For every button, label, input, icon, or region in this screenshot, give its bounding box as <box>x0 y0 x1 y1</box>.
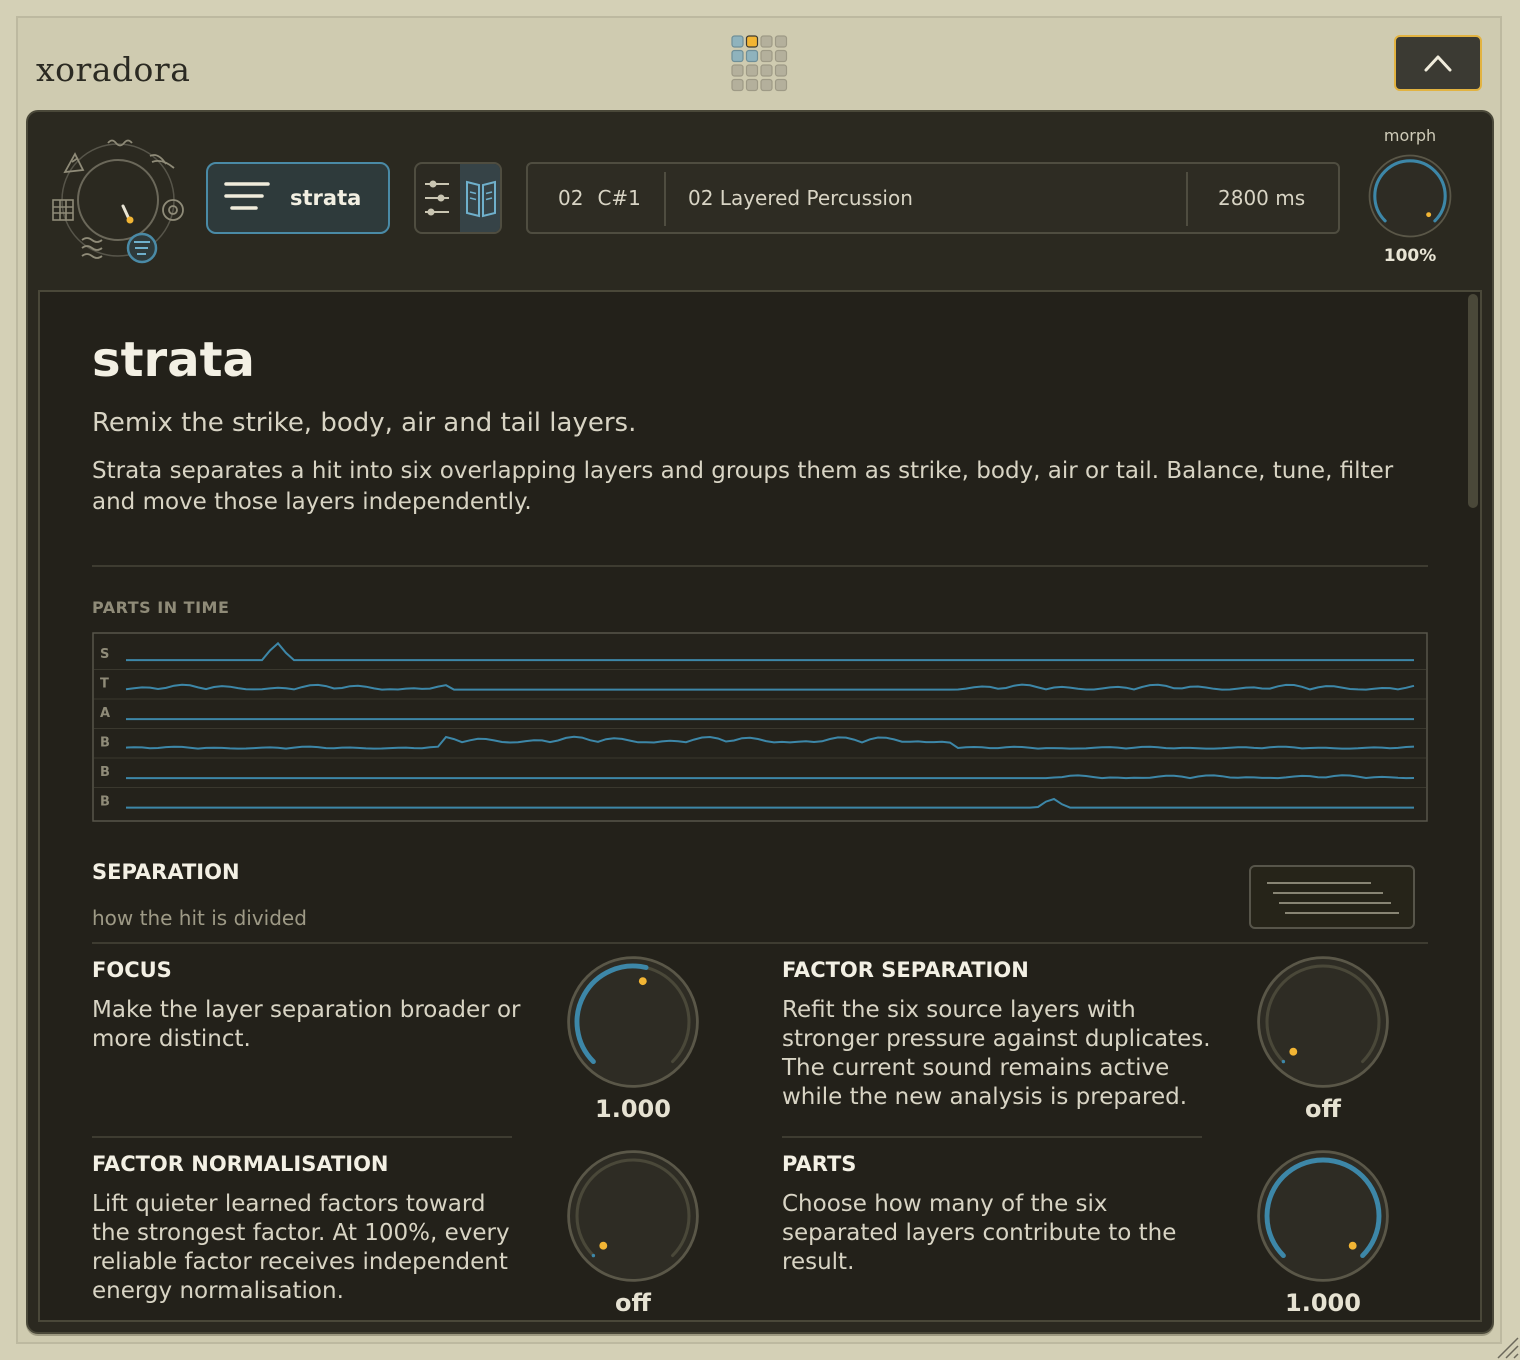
separation-subtitle: how the hit is divided <box>92 906 307 930</box>
sample-info-bar[interactable]: 02 C#1 02 Layered Percussion 2800 ms <box>526 162 1340 234</box>
sample-note: C#1 <box>597 186 641 210</box>
divider <box>782 1136 1202 1138</box>
factor-normalisation-value: off <box>615 1289 651 1317</box>
mode-dial[interactable] <box>48 132 188 272</box>
parts-timeline: STABBB <box>92 632 1428 822</box>
strata-lines-icon <box>224 182 270 210</box>
mode-label: strata <box>290 186 362 210</box>
page-subtitle: Remix the strike, body, air and tail lay… <box>92 408 637 438</box>
chevron-up-icon <box>1424 55 1452 72</box>
timeline-caption: PARTS IN TIME <box>92 598 230 617</box>
focus-knob[interactable] <box>563 952 703 1092</box>
factor-separation-value: off <box>1305 1095 1341 1123</box>
page-title: strata <box>92 332 255 388</box>
focus-description: Make the layer separation broader or mor… <box>92 997 521 1052</box>
separation-title: SEPARATION <box>92 860 240 884</box>
factor-separation-knob[interactable] <box>1253 952 1393 1092</box>
sliders-view-button[interactable] <box>416 164 458 232</box>
timeline-row-label: S <box>100 647 109 662</box>
resize-handle[interactable] <box>1484 1324 1520 1360</box>
sample-name[interactable]: 02 Layered Percussion <box>688 164 913 232</box>
scrollbar-thumb[interactable] <box>1468 294 1478 508</box>
factor-normalisation-title: FACTOR NORMALISATION <box>92 1152 389 1176</box>
info-divider <box>1186 172 1188 226</box>
sample-length: 2800 ms <box>1218 186 1306 210</box>
morph-knob[interactable] <box>1366 152 1454 240</box>
book-icon <box>466 180 496 218</box>
divider <box>92 942 1428 944</box>
brand-logo: xoradora <box>36 50 191 89</box>
timeline-row-label: B <box>100 736 110 751</box>
parts-title: PARTS <box>782 1152 857 1176</box>
focus-value: 1.000 <box>595 1095 671 1123</box>
air-mode-icon[interactable] <box>81 237 103 259</box>
page-description: Strata separates a hit into six overlapp… <box>92 458 1394 515</box>
strata-mode-icon[interactable] <box>126 232 158 264</box>
timeline-row-label: T <box>100 677 109 692</box>
focus-title: FOCUS <box>92 958 172 982</box>
separation-view-button[interactable] <box>1249 865 1415 929</box>
parts-value: 1.000 <box>1285 1289 1361 1317</box>
sliders-icon <box>425 180 449 216</box>
info-view-button[interactable] <box>460 164 500 232</box>
timeline-row-label: B <box>100 795 110 810</box>
divider <box>92 565 1428 567</box>
parts-knob[interactable] <box>1253 1146 1393 1286</box>
info-divider <box>664 172 666 226</box>
grid-icon[interactable] <box>730 34 790 94</box>
divider <box>92 1136 512 1138</box>
factor-separation-title: FACTOR SEPARATION <box>782 958 1029 982</box>
factor-normalisation-description: Lift quieter learned factors toward the … <box>92 1191 510 1304</box>
sample-slot: 02 <box>558 186 584 210</box>
factor-normalisation-knob[interactable] <box>563 1146 703 1286</box>
separation-lines-icon <box>1267 882 1399 914</box>
view-toggle <box>414 162 502 234</box>
factor-separation-description: Refit the six source layers with stronge… <box>782 997 1211 1110</box>
parts-description: Choose how many of the six separated lay… <box>782 1191 1177 1275</box>
sample-slot-note: 02 C#1 <box>558 164 641 232</box>
morph-value: 100% <box>1383 246 1437 266</box>
strike-mode-icon[interactable] <box>63 152 85 174</box>
timeline-row-label: A <box>100 706 110 721</box>
collapse-button[interactable] <box>1394 35 1482 91</box>
morph-label: morph <box>1383 126 1437 145</box>
timeline-row-label: B <box>100 765 110 780</box>
mode-select-button[interactable]: strata <box>206 162 390 234</box>
